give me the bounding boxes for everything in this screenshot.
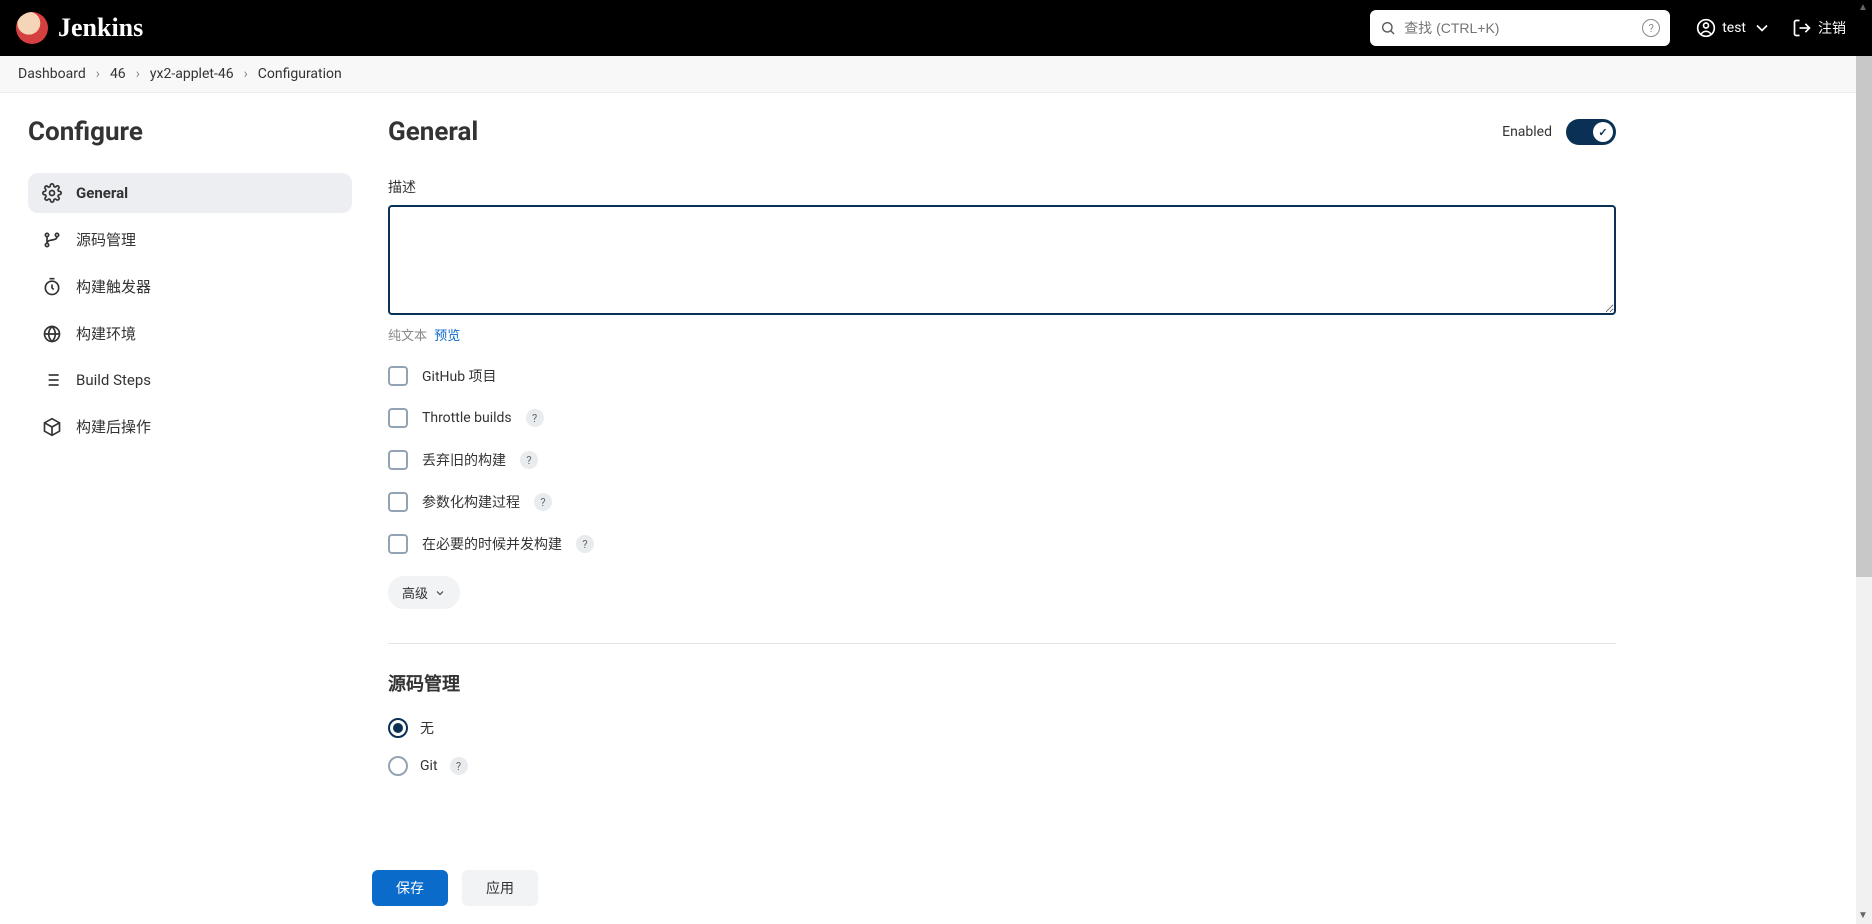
timer-icon xyxy=(42,277,62,297)
checkbox-row-parameterized: 参数化构建过程 ? xyxy=(388,492,1616,512)
enabled-label: Enabled xyxy=(1502,124,1552,140)
branch-icon xyxy=(42,230,62,250)
plaintext-label: 纯文本 xyxy=(388,329,427,344)
jenkins-mascot-icon xyxy=(16,12,48,44)
apply-button[interactable]: 应用 xyxy=(462,870,538,906)
help-icon[interactable]: ? xyxy=(526,409,544,427)
breadcrumb-item[interactable]: Dashboard xyxy=(18,66,86,82)
breadcrumb-item[interactable]: yx2-applet-46 xyxy=(150,66,234,82)
radio-row-git: Git ? xyxy=(388,756,1616,776)
sidebar-item-label: 源码管理 xyxy=(76,229,136,250)
sidebar-item-general[interactable]: General xyxy=(28,173,352,213)
package-icon xyxy=(42,417,62,437)
scroll-down-icon[interactable]: ▼ xyxy=(1858,910,1870,922)
radio-scm-git[interactable] xyxy=(388,756,408,776)
chevron-right-icon: › xyxy=(136,66,140,82)
chevron-down-icon xyxy=(1752,18,1772,38)
sidebar-item-environment[interactable]: 构建环境 xyxy=(28,313,352,354)
radio-scm-none[interactable] xyxy=(388,718,408,738)
user-name: test xyxy=(1722,20,1746,36)
bottom-action-bar: 保存 应用 xyxy=(372,856,1872,924)
config-sidebar: Configure General 源码管理 构建触发器 构建环境 Build … xyxy=(28,117,352,794)
brand-name: Jenkins xyxy=(58,13,143,43)
global-search[interactable]: ? xyxy=(1370,10,1670,46)
advanced-button[interactable]: 高级 xyxy=(388,576,460,609)
steps-icon xyxy=(42,370,62,390)
checkbox-label: 在必要的时候并发构建 xyxy=(422,534,562,554)
checkbox-label: 丢弃旧的构建 xyxy=(422,450,506,470)
checkbox-row-throttle: Throttle builds ? xyxy=(388,408,1616,428)
scrollbar[interactable]: ▲ ▼ xyxy=(1856,56,1872,924)
save-button[interactable]: 保存 xyxy=(372,870,448,906)
chevron-right-icon: › xyxy=(96,66,100,82)
sidebar-item-label: 构建后操作 xyxy=(76,416,151,437)
advanced-label: 高级 xyxy=(402,583,428,602)
scroll-up-icon[interactable]: ▲ xyxy=(1858,2,1870,14)
radio-label: Git xyxy=(420,758,438,774)
sidebar-title: Configure xyxy=(28,117,352,147)
breadcrumb: Dashboard › 46 › yx2-applet-46 › Configu… xyxy=(0,56,1872,93)
sidebar-item-buildsteps[interactable]: Build Steps xyxy=(28,360,352,400)
search-input[interactable] xyxy=(1396,20,1642,36)
globe-icon xyxy=(42,324,62,344)
logout-icon xyxy=(1792,18,1812,38)
logout-button[interactable]: 注销 xyxy=(1782,18,1856,38)
checkbox-github-project[interactable] xyxy=(388,366,408,386)
sidebar-item-postbuild[interactable]: 构建后操作 xyxy=(28,406,352,447)
user-menu[interactable]: test xyxy=(1686,18,1782,38)
user-icon xyxy=(1696,18,1716,38)
search-help-icon[interactable]: ? xyxy=(1642,19,1660,37)
sidebar-item-label: Build Steps xyxy=(76,371,151,389)
logout-label: 注销 xyxy=(1818,18,1846,38)
checkbox-concurrent[interactable] xyxy=(388,534,408,554)
brand-logo[interactable]: Jenkins xyxy=(16,12,143,44)
sidebar-item-label: General xyxy=(76,184,128,202)
breadcrumb-item[interactable]: Configuration xyxy=(258,66,342,82)
radio-row-none: 无 xyxy=(388,718,1616,738)
checkbox-discard-old[interactable] xyxy=(388,450,408,470)
top-header: Jenkins ? test 注销 xyxy=(0,0,1872,56)
help-icon[interactable]: ? xyxy=(576,535,594,553)
checkbox-label: GitHub 项目 xyxy=(422,366,497,386)
help-icon[interactable]: ? xyxy=(450,757,468,775)
help-icon[interactable]: ? xyxy=(534,493,552,511)
checkbox-label: 参数化构建过程 xyxy=(422,492,520,512)
enabled-toggle[interactable] xyxy=(1566,119,1616,145)
description-label: 描述 xyxy=(388,177,1616,197)
breadcrumb-item[interactable]: 46 xyxy=(110,66,126,82)
section-heading-general: General xyxy=(388,117,1502,147)
checkbox-label: Throttle builds xyxy=(422,410,512,426)
main-content: General Enabled 描述 纯文本 预览 GitHub 项目 Thro… xyxy=(388,117,1616,794)
description-textarea[interactable] xyxy=(388,205,1616,315)
checkbox-throttle-builds[interactable] xyxy=(388,408,408,428)
scrollbar-thumb[interactable] xyxy=(1856,56,1872,577)
help-icon[interactable]: ? xyxy=(520,451,538,469)
checkbox-parameterized[interactable] xyxy=(388,492,408,512)
sidebar-item-triggers[interactable]: 构建触发器 xyxy=(28,266,352,307)
chevron-right-icon: › xyxy=(244,66,248,82)
gear-icon xyxy=(42,183,62,203)
sidebar-item-scm[interactable]: 源码管理 xyxy=(28,219,352,260)
checkbox-row-discard: 丢弃旧的构建 ? xyxy=(388,450,1616,470)
chevron-down-icon xyxy=(434,587,446,599)
radio-label: 无 xyxy=(420,718,434,738)
checkbox-row-concurrent: 在必要的时候并发构建 ? xyxy=(388,534,1616,554)
preview-link[interactable]: 预览 xyxy=(434,329,460,344)
section-divider xyxy=(388,643,1616,644)
sidebar-item-label: 构建环境 xyxy=(76,323,136,344)
sidebar-item-label: 构建触发器 xyxy=(76,276,151,297)
section-heading-scm: 源码管理 xyxy=(388,670,1616,696)
checkbox-row-github: GitHub 项目 xyxy=(388,366,1616,386)
search-icon xyxy=(1380,20,1396,36)
